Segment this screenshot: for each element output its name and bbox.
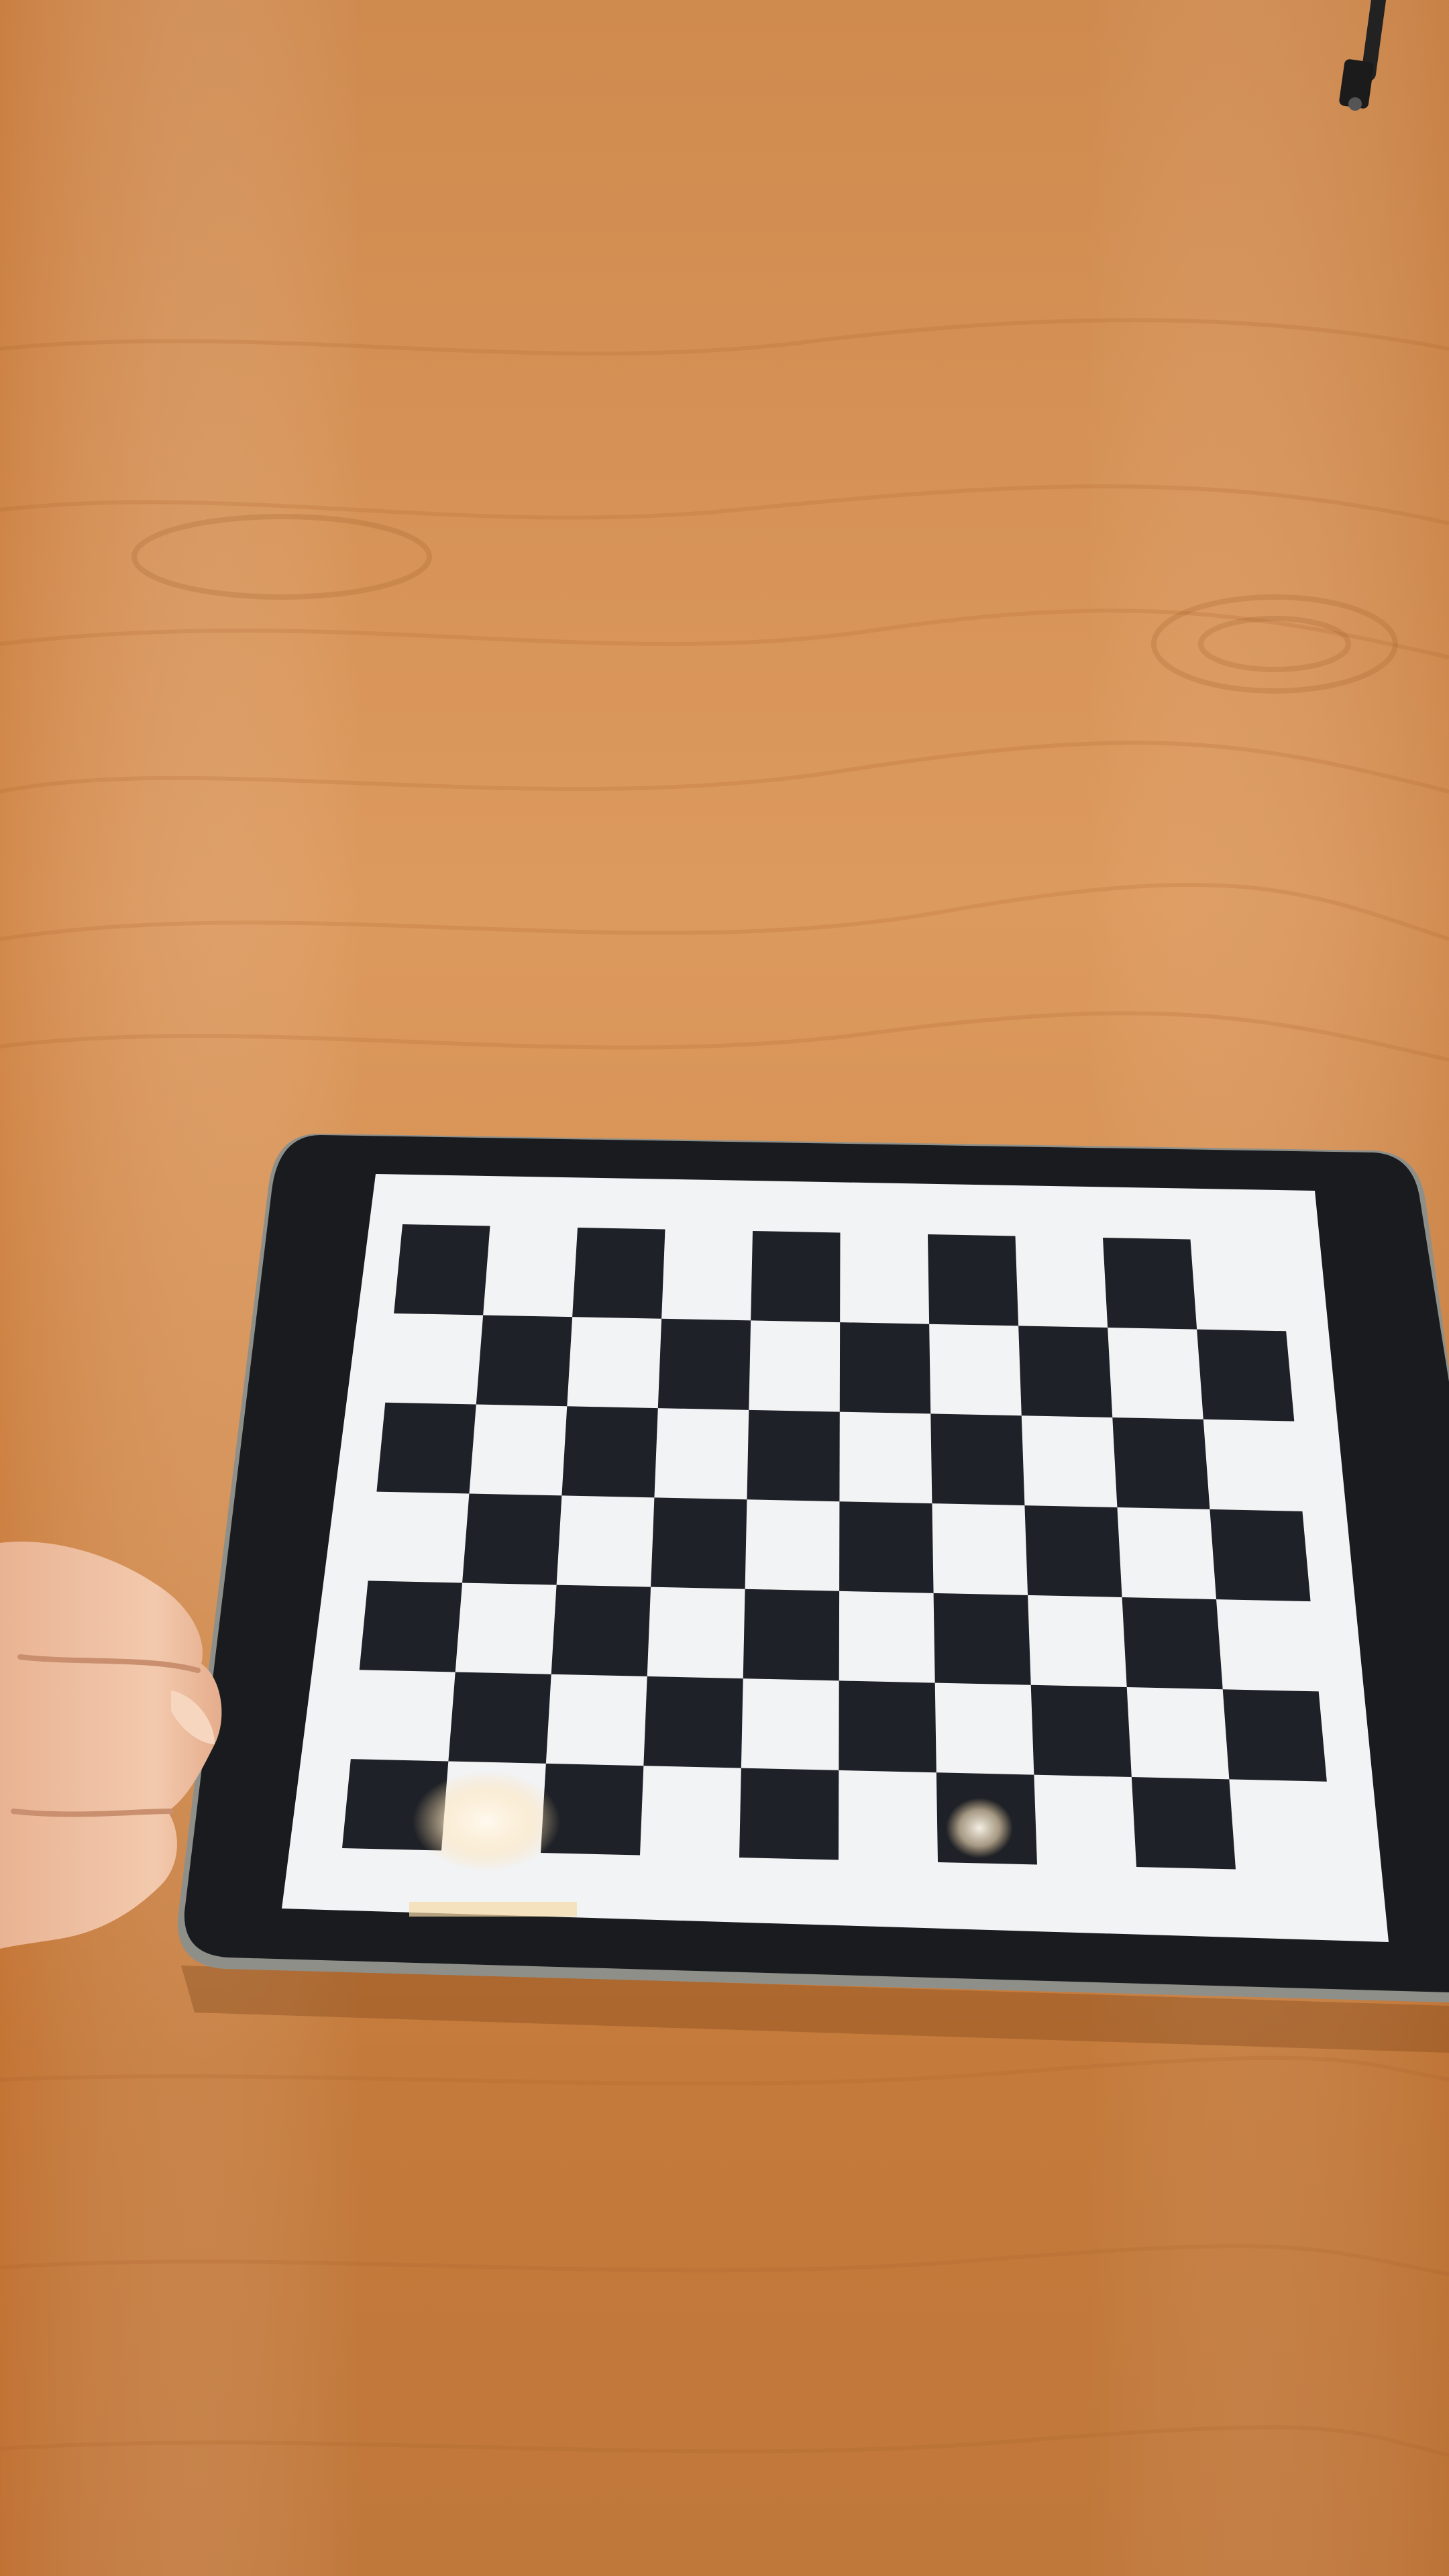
checker-square-dark <box>643 1676 743 1768</box>
checker-square-dark <box>551 1585 651 1676</box>
checker-square-dark <box>1222 1689 1327 1782</box>
checker-square-dark <box>572 1228 665 1319</box>
checker-square-dark <box>462 1493 562 1585</box>
checker-square-dark <box>839 1322 931 1414</box>
checker-square-dark <box>376 1402 476 1494</box>
checker-square-dark <box>394 1224 490 1316</box>
checker-square-dark <box>476 1315 573 1407</box>
photo-scene <box>0 0 1449 2576</box>
checker-square-dark <box>1131 1777 1236 1870</box>
checker-square-dark <box>1197 1329 1295 1421</box>
checker-square-dark <box>928 1234 1019 1326</box>
checker-square-dark <box>747 1409 840 1502</box>
checker-square-dark <box>1112 1417 1210 1509</box>
checker-square-dark <box>839 1501 934 1593</box>
checker-square-dark <box>739 1768 839 1860</box>
checker-square-dark <box>359 1580 463 1672</box>
checker-square-dark <box>651 1497 747 1589</box>
checker-square-dark <box>933 1593 1031 1685</box>
checker-square-dark <box>1018 1326 1113 1417</box>
checker-square-dark <box>448 1672 551 1764</box>
checker-square-dark <box>930 1413 1025 1506</box>
checker-square-dark <box>1103 1238 1197 1330</box>
checker-square-dark <box>1122 1597 1223 1690</box>
checker-square-dark <box>561 1406 658 1498</box>
checker-square-dark <box>657 1318 751 1410</box>
checker-square-dark <box>1210 1509 1311 1602</box>
checker-square-dark <box>839 1680 936 1773</box>
checker-square-dark <box>751 1231 841 1323</box>
checker-square-dark <box>743 1589 840 1681</box>
checker-square-dark <box>1030 1684 1132 1777</box>
checker-square-dark <box>1024 1505 1122 1597</box>
